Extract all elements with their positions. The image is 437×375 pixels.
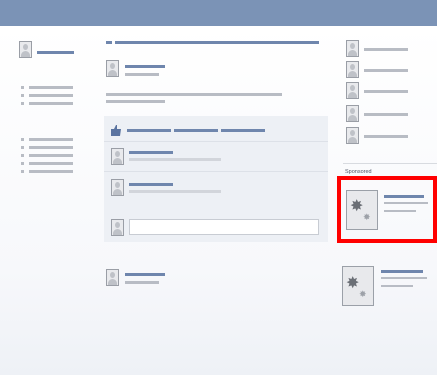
nav-bullet — [21, 170, 24, 173]
friend-name[interactable] — [364, 48, 408, 51]
post-author-name[interactable] — [125, 273, 165, 276]
nav-bullet — [21, 86, 24, 89]
profile-avatar[interactable] — [19, 41, 32, 58]
left-nav-item[interactable] — [29, 138, 73, 141]
nav-bullet — [21, 154, 24, 157]
post-text-line — [106, 100, 165, 103]
ad-text-line — [381, 277, 427, 279]
friend-avatar[interactable] — [346, 61, 359, 78]
sponsored-divider — [343, 163, 437, 164]
nav-bullet — [21, 102, 24, 105]
nav-bullet — [21, 138, 24, 141]
post-author-name[interactable] — [125, 65, 165, 68]
nav-bullet — [21, 146, 24, 149]
friend-name[interactable] — [364, 69, 408, 72]
ad-image[interactable]: ✸ ✸ — [342, 266, 374, 306]
post-author-avatar[interactable] — [106, 269, 119, 286]
friend-avatar[interactable] — [346, 40, 359, 57]
left-nav-item[interactable] — [29, 154, 73, 157]
status-composer-bar[interactable] — [115, 41, 319, 44]
left-nav-item[interactable] — [29, 146, 73, 149]
left-nav-item[interactable] — [29, 102, 73, 105]
comment-input[interactable] — [129, 219, 319, 235]
left-nav-item[interactable] — [29, 170, 73, 173]
friend-avatar[interactable] — [346, 105, 359, 122]
divider — [104, 171, 328, 172]
comment-author-name[interactable] — [129, 151, 173, 154]
commenter-avatar — [111, 219, 124, 236]
comment-avatar[interactable] — [111, 179, 124, 196]
starburst-icon: ✸ — [346, 275, 360, 292]
like-text-link[interactable] — [221, 129, 265, 132]
post-timestamp — [125, 281, 159, 284]
friend-name[interactable] — [364, 90, 408, 93]
ad-text-line — [381, 285, 413, 287]
profile-name-link[interactable] — [37, 51, 74, 54]
post-text-line — [106, 93, 282, 96]
friend-avatar[interactable] — [346, 82, 359, 99]
friend-name[interactable] — [364, 113, 408, 116]
left-nav-item[interactable] — [29, 86, 73, 89]
friend-name[interactable] — [364, 135, 408, 138]
nav-bullet — [21, 162, 24, 165]
top-navigation-bar — [0, 0, 437, 26]
starburst-icon: ✸ — [359, 289, 367, 299]
friend-avatar[interactable] — [346, 127, 359, 144]
comment-text — [129, 190, 221, 193]
highlight-box — [337, 176, 437, 243]
comment-avatar[interactable] — [111, 148, 124, 165]
left-nav-item[interactable] — [29, 162, 73, 165]
ad-title[interactable] — [381, 270, 423, 273]
sponsored-label: Sponsored — [345, 169, 372, 175]
like-text-link[interactable] — [174, 129, 218, 132]
status-tab-marker[interactable] — [106, 41, 112, 44]
comment-author-name[interactable] — [129, 183, 173, 186]
like-text-link[interactable] — [127, 129, 171, 132]
left-nav-item[interactable] — [29, 94, 73, 97]
post-timestamp — [125, 73, 159, 76]
divider — [104, 141, 328, 142]
nav-bullet — [21, 94, 24, 97]
thumbs-up-icon[interactable] — [111, 124, 121, 136]
comment-text — [129, 158, 221, 161]
post-author-avatar[interactable] — [106, 60, 119, 77]
